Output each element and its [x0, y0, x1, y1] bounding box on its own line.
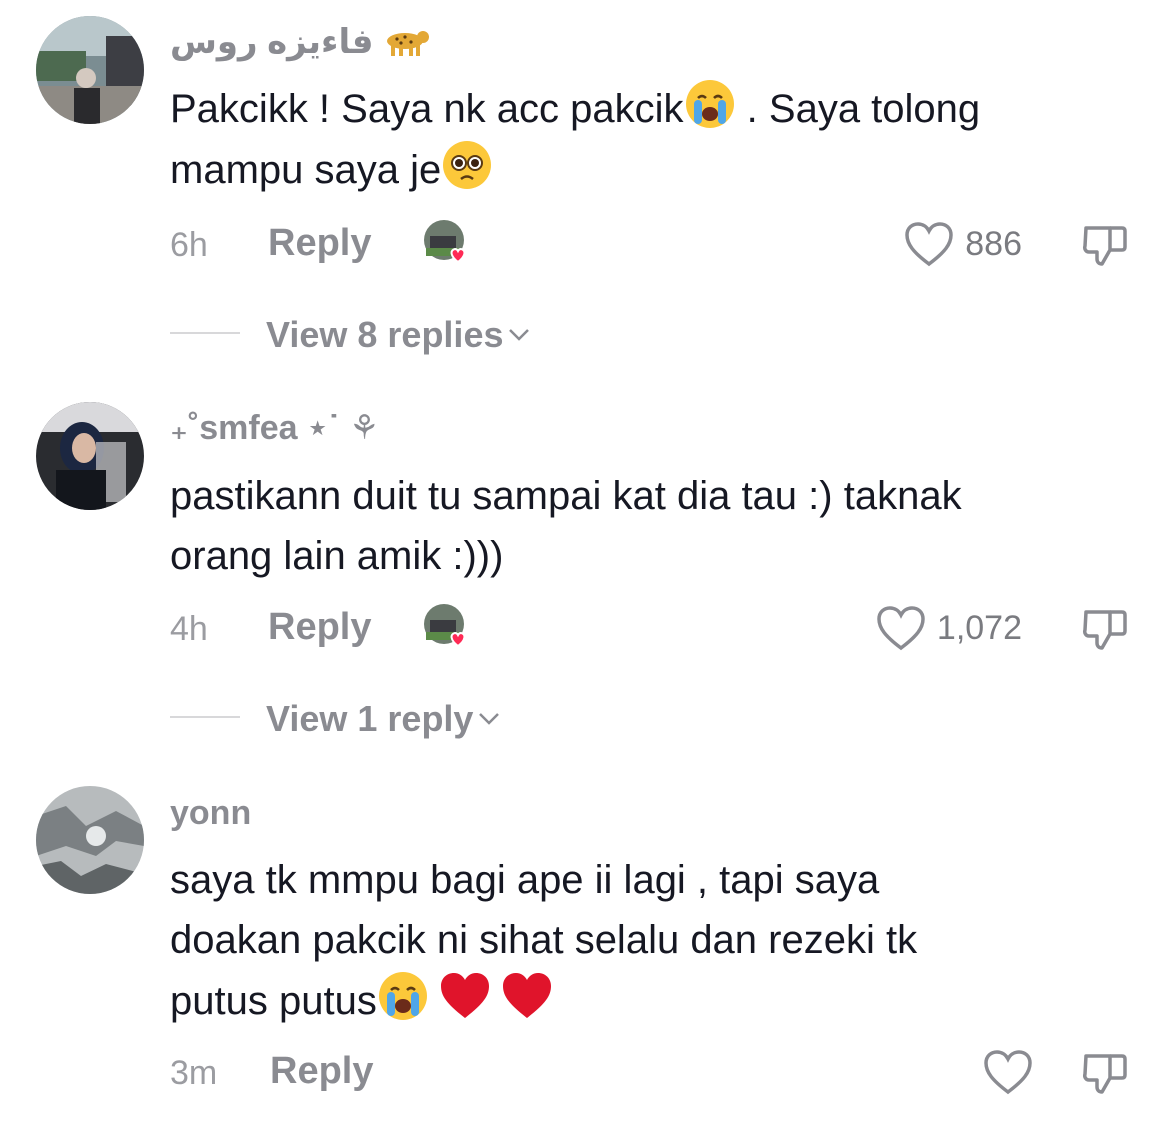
- reply-button[interactable]: Reply: [270, 1050, 373, 1093]
- timestamp: 3m: [170, 1054, 218, 1092]
- like-count: 1,072: [936, 608, 1022, 647]
- avatar[interactable]: [36, 16, 144, 124]
- like-group: 886: [903, 218, 1022, 270]
- chevron-down-icon: [477, 694, 501, 725]
- red-heart-emoji: [439, 970, 491, 1022]
- creator-liked-avatar: [422, 602, 470, 650]
- comment-text: Pakcikk ! Saya nk acc pakcik . Saya tolo…: [170, 78, 1130, 200]
- username[interactable]: yonn: [170, 794, 251, 833]
- timestamp: 4h: [170, 610, 208, 648]
- like-count: 886: [965, 224, 1022, 263]
- leopard-emoji: [383, 27, 429, 57]
- comment-actions: 6h Reply 886: [170, 218, 1130, 278]
- view-replies-button[interactable]: View 8 replies: [170, 306, 770, 356]
- like-group: 1,072: [875, 602, 1022, 654]
- heart-outline-icon[interactable]: [982, 1048, 1034, 1096]
- crying-face-emoji: [377, 970, 429, 1022]
- divider: [170, 716, 240, 718]
- creator-liked-avatar: [422, 218, 470, 266]
- comment-actions: 3m Reply: [170, 1046, 1130, 1106]
- like-group: [982, 1046, 1034, 1098]
- avatar[interactable]: [36, 402, 144, 510]
- thumbs-down-icon[interactable]: [1080, 220, 1130, 270]
- thumbs-down-icon[interactable]: [1080, 604, 1130, 654]
- username[interactable]: فاءيزه روس: [170, 22, 429, 62]
- pleading-face-emoji: [441, 139, 493, 191]
- avatar[interactable]: [36, 786, 144, 894]
- reply-button[interactable]: Reply: [268, 222, 371, 265]
- view-replies-button[interactable]: View 1 reply: [170, 690, 770, 740]
- comment-text: pastikann duit tu sampai kat dia tau :) …: [170, 474, 962, 578]
- comment-actions: 4h Reply 1,072: [170, 602, 1130, 662]
- divider: [170, 332, 240, 334]
- timestamp: 6h: [170, 226, 208, 264]
- crying-face-emoji: [684, 78, 736, 130]
- heart-outline-icon[interactable]: [875, 604, 927, 652]
- chevron-down-icon: [507, 310, 531, 341]
- username[interactable]: ₊˚smfea ⋆˙ ⚘: [170, 408, 380, 448]
- thumbs-down-icon[interactable]: [1080, 1048, 1130, 1098]
- comment-text: saya tk mmpu bagi ape ii lagi , tapi say…: [170, 858, 918, 1023]
- reply-button[interactable]: Reply: [268, 606, 371, 649]
- heart-outline-icon[interactable]: [903, 220, 955, 268]
- red-heart-emoji: [501, 970, 553, 1022]
